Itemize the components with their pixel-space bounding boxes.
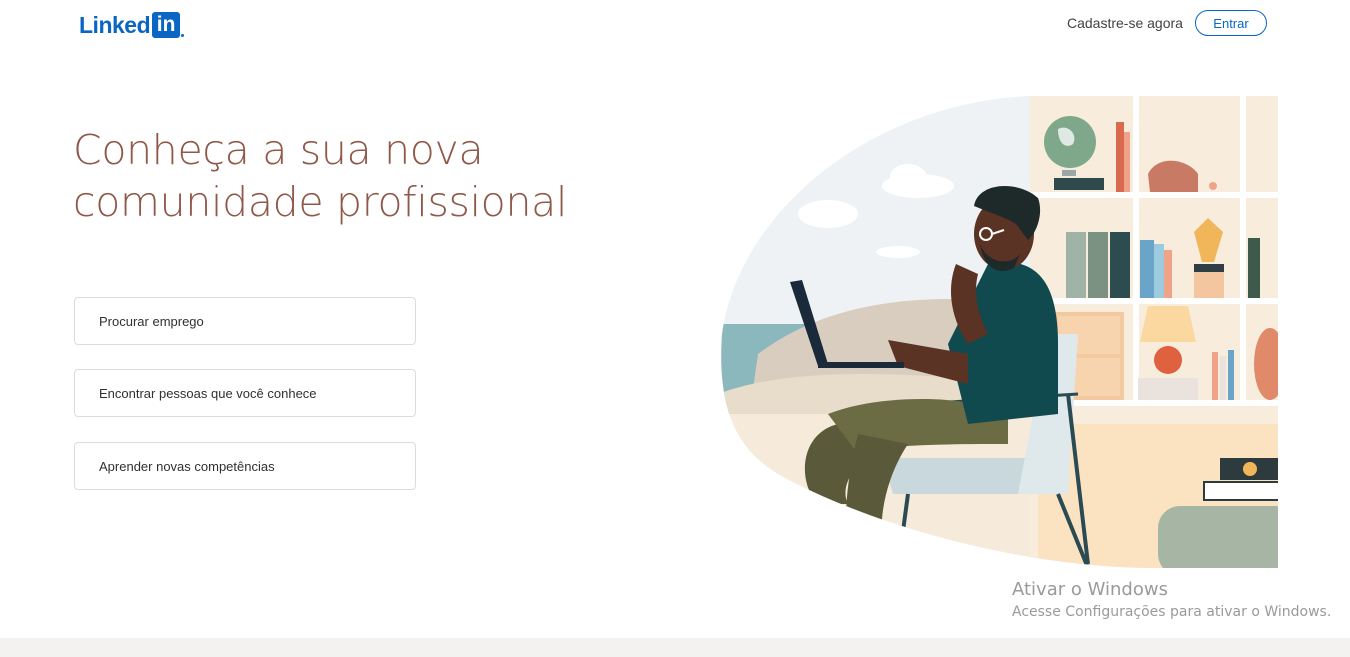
- logo-wordmark: Linked: [79, 11, 151, 38]
- logo-registered-dot: [181, 34, 185, 37]
- windows-activation-title: Ativar o Windows: [1012, 579, 1168, 600]
- signup-link[interactable]: Cadastre-se agora: [1067, 15, 1183, 31]
- windows-activation-watermark: Ativar o Windows Acesse Configurações pa…: [1012, 579, 1331, 620]
- logo-in-box: in: [152, 12, 181, 38]
- option-learn-skills[interactable]: Aprender novas competências: [74, 442, 416, 490]
- signin-button[interactable]: Entrar: [1195, 10, 1267, 36]
- hero-headline-line-2: comunidade profissional: [73, 178, 568, 226]
- hero-illustration: [721, 96, 1278, 568]
- linkedin-logo[interactable]: Linked in: [79, 10, 185, 40]
- hero-headline: Conheça a sua nova comunidade profission…: [73, 124, 593, 228]
- hero-headline-line-1: Conheça a sua nova: [73, 126, 484, 174]
- option-find-people[interactable]: Encontrar pessoas que você conhece: [74, 369, 416, 417]
- option-search-jobs[interactable]: Procurar emprego: [74, 297, 416, 345]
- top-nav: Linked in Cadastre-se agora Entrar: [0, 0, 1350, 50]
- bottom-strip: [0, 638, 1350, 657]
- windows-activation-subtitle: Acesse Configurações para ativar o Windo…: [1012, 604, 1332, 620]
